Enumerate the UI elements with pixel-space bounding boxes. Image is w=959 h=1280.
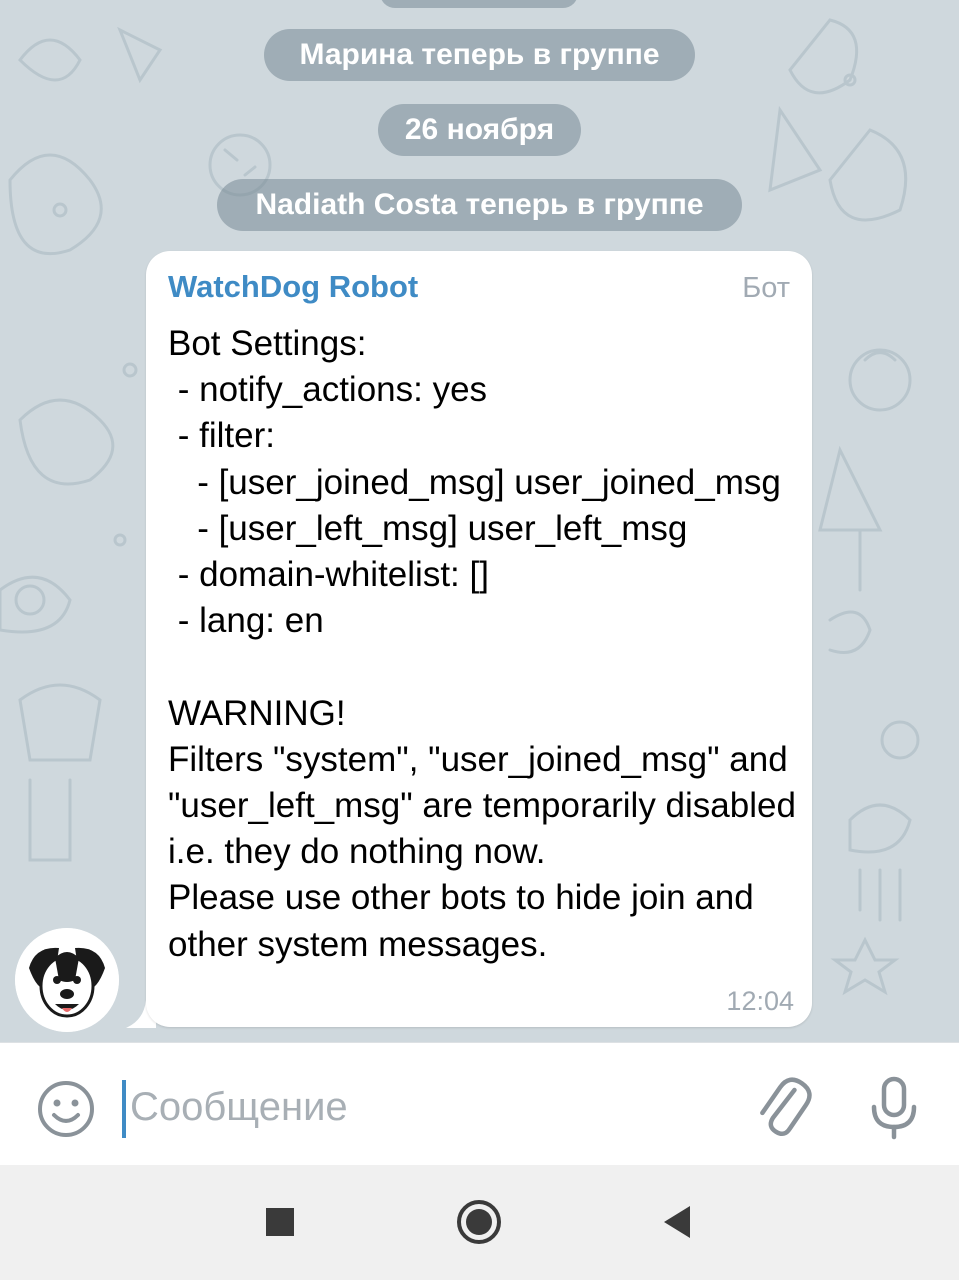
message-composer	[0, 1042, 959, 1166]
emoji-icon[interactable]	[36, 1079, 96, 1139]
text-cursor	[122, 1080, 126, 1138]
dog-avatar-icon[interactable]	[15, 928, 119, 1032]
back-triangle-icon[interactable]	[648, 1192, 708, 1252]
service-message-joined: Nadiath Costa теперь в группе	[217, 179, 742, 231]
bot-badge: Бот	[742, 272, 790, 304]
home-circle-icon[interactable]	[449, 1192, 509, 1252]
chat-background: Марина теперь в группе 26 ноября Nadiath…	[0, 0, 959, 1042]
sender-name[interactable]: WatchDog Robot	[168, 269, 418, 305]
message-input[interactable]	[128, 1071, 692, 1143]
paperclip-icon[interactable]	[752, 1073, 816, 1143]
system-navigation-bar	[0, 1165, 959, 1280]
service-message-partial	[380, 0, 578, 8]
recents-square-icon[interactable]	[250, 1192, 310, 1252]
message-text: Bot Settings: - notify_actions: yes - fi…	[168, 324, 796, 964]
microphone-icon[interactable]	[862, 1073, 926, 1143]
message-bubble[interactable]: WatchDog Robot Бот Bot Settings: - notif…	[146, 251, 812, 1027]
message-time: 12:04	[726, 986, 794, 1016]
service-message-joined: Марина теперь в группе	[264, 29, 695, 81]
date-separator: 26 ноября	[378, 104, 581, 156]
